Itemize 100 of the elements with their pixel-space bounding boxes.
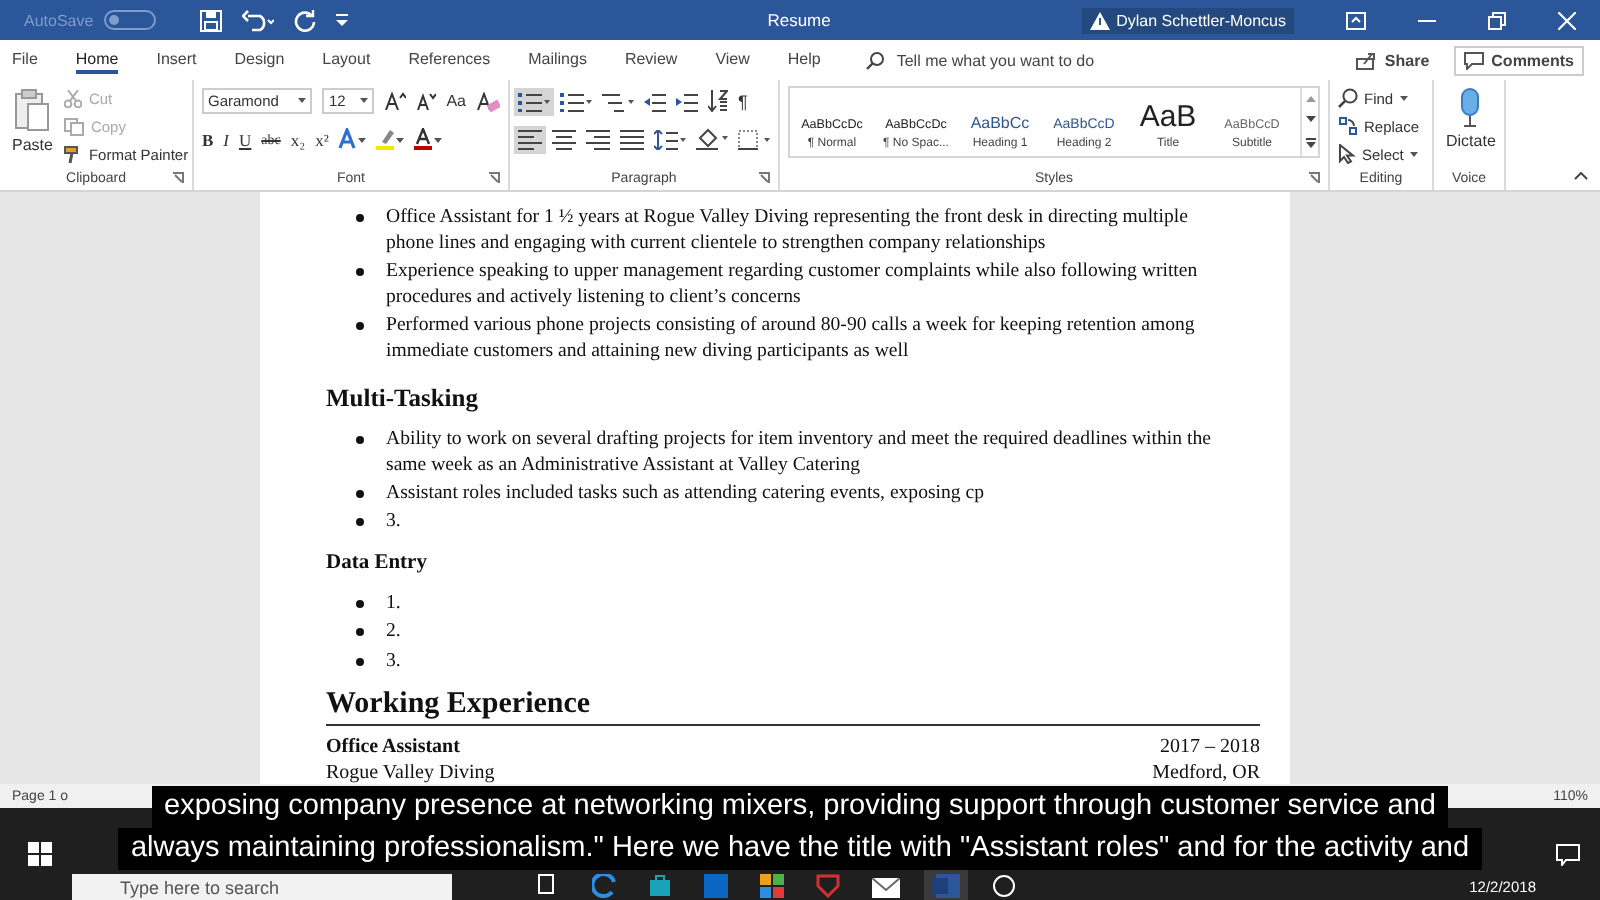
align-left-icon[interactable]: [518, 129, 542, 149]
dialog-launcher-icon[interactable]: [488, 172, 500, 184]
bullet-icon: [356, 517, 364, 526]
bullet-icon: [356, 214, 364, 222]
ribbon-tab[interactable]: Layout: [322, 46, 371, 74]
save-icon[interactable]: [199, 9, 222, 31]
pointer-icon: [1338, 144, 1356, 164]
ribbon-tab[interactable]: Help: [787, 46, 821, 74]
show-formatting-button[interactable]: ¶: [738, 91, 748, 111]
share-button[interactable]: Share: [1356, 51, 1430, 69]
mail-icon[interactable]: [872, 878, 900, 898]
browser-icon[interactable]: [592, 874, 616, 898]
multilevel-list-icon[interactable]: [602, 91, 634, 111]
bullet-icon: [356, 628, 364, 637]
replace-icon: [1338, 116, 1358, 136]
job-title: Office Assistant: [326, 733, 460, 760]
shrink-font-icon[interactable]: [416, 92, 437, 110]
bullets-icon[interactable]: [518, 91, 550, 111]
justify-icon[interactable]: [620, 129, 644, 149]
clear-formatting-icon[interactable]: [476, 91, 500, 111]
superscript-button[interactable]: x²: [315, 129, 329, 149]
align-right-icon[interactable]: [586, 129, 610, 149]
bullet-icon: [356, 657, 364, 665]
align-center-icon[interactable]: [552, 129, 576, 149]
list-item-text: 3.: [386, 647, 401, 673]
grow-font-icon[interactable]: [384, 92, 407, 110]
increase-indent-icon[interactable]: [676, 91, 698, 111]
ribbon-display-icon[interactable]: [1346, 11, 1366, 29]
close-icon[interactable]: [1558, 11, 1576, 29]
style-preview[interactable]: AaBbCc: [970, 114, 1030, 132]
borders-icon[interactable]: [738, 129, 770, 149]
circle-app-icon[interactable]: [992, 874, 1016, 898]
dropdown-arrow-icon[interactable]: [298, 98, 307, 104]
ribbon-tab[interactable]: Home: [75, 46, 119, 74]
scroll-up-icon[interactable]: [1305, 95, 1315, 102]
ribbon-tab[interactable]: File: [12, 46, 38, 74]
dropdown-arrow-icon[interactable]: [1409, 151, 1418, 157]
list-item-text: 2.: [386, 618, 401, 645]
windows-logo-icon[interactable]: [28, 842, 52, 866]
section-title: Working Experience: [326, 685, 1260, 726]
restore-icon[interactable]: [1488, 11, 1506, 29]
bold-button[interactable]: B: [202, 129, 214, 149]
search-field[interactable]: Tell me what you want to do: [866, 51, 1267, 69]
ribbon-tab[interactable]: Mailings: [528, 46, 587, 74]
photos-icon[interactable]: [760, 874, 784, 898]
dictate-button[interactable]: Dictate: [1442, 84, 1500, 166]
toggle-switch[interactable]: [103, 10, 156, 30]
warning-icon: [1090, 11, 1111, 29]
scroll-down-icon[interactable]: [1305, 116, 1315, 123]
list-item-text: Office Assistant for 1 ½ years at Rogue Valley Diving representing the front desk in directing multiple phone lines and engaging with current clientele to strengthen company relationships: [386, 204, 1188, 256]
paste-button[interactable]: Paste: [8, 84, 57, 166]
shield-icon[interactable]: [816, 874, 840, 898]
customize-arrow-icon[interactable]: [335, 14, 348, 26]
decrease-indent-icon[interactable]: [644, 91, 666, 111]
italic-button[interactable]: I: [223, 129, 230, 149]
line-spacing-icon[interactable]: [654, 129, 686, 149]
ribbon-tab[interactable]: View: [715, 46, 750, 74]
paintbrush-icon: [64, 145, 83, 163]
section-heading: Multi-Tasking: [326, 381, 480, 414]
subscript-button[interactable]: x₂: [290, 129, 306, 149]
bullet-icon: [356, 489, 364, 498]
collapse-ribbon-icon[interactable]: [1574, 172, 1588, 180]
store-icon[interactable]: [648, 874, 672, 898]
change-case-button[interactable]: Aa: [446, 92, 466, 110]
shading-icon[interactable]: [696, 128, 728, 150]
dialog-launcher-icon[interactable]: [172, 172, 184, 184]
microphone-icon: [1458, 88, 1483, 128]
font-color-icon[interactable]: [414, 128, 443, 150]
text-effects-icon[interactable]: [338, 128, 367, 150]
window-title: Resume: [767, 10, 831, 30]
share-icon: [1356, 51, 1377, 69]
undo-icon[interactable]: [241, 9, 274, 31]
style-preview[interactable]: AaB: [1139, 102, 1197, 132]
underline-button[interactable]: U: [239, 129, 252, 149]
dropdown-arrow-icon[interactable]: [360, 98, 369, 104]
more-styles-icon[interactable]: [1305, 138, 1315, 149]
dialog-launcher-icon[interactable]: [1308, 172, 1320, 184]
clipboard-icon: [14, 88, 51, 132]
search-icon: [866, 51, 885, 69]
job-location: Medford, OR: [1152, 759, 1260, 784]
autosave-label: AutoSave: [24, 11, 94, 29]
numbering-icon[interactable]: [560, 91, 592, 111]
taskbar-search-field[interactable]: Type here to search: [72, 874, 452, 900]
notifications-icon[interactable]: [1556, 843, 1580, 865]
dropdown-arrow-icon[interactable]: [1399, 95, 1408, 101]
sort-icon[interactable]: [708, 90, 728, 112]
dialog-launcher-icon[interactable]: [758, 172, 770, 184]
ribbon-tab[interactable]: Design: [234, 46, 285, 74]
ribbon-tab[interactable]: Insert: [156, 46, 197, 74]
ribbon-tab[interactable]: Review: [624, 46, 678, 74]
section-heading: Data Entry: [326, 550, 429, 579]
list-item-text: Performed various phone projects consisting of around 80-90 calls a week for keeping retention among immediate customers and attaining new diving participants as well: [386, 312, 1195, 365]
list-item-text: 1.: [386, 590, 401, 617]
ribbon-tab[interactable]: References: [408, 46, 491, 74]
redo-icon[interactable]: [293, 9, 316, 31]
comments-button[interactable]: Comments: [1453, 45, 1584, 75]
task-view-icon[interactable]: [532, 874, 560, 898]
highlighter-icon[interactable]: [376, 128, 405, 150]
list-item-text: 3.: [386, 507, 401, 534]
comment-icon: [1463, 51, 1484, 69]
